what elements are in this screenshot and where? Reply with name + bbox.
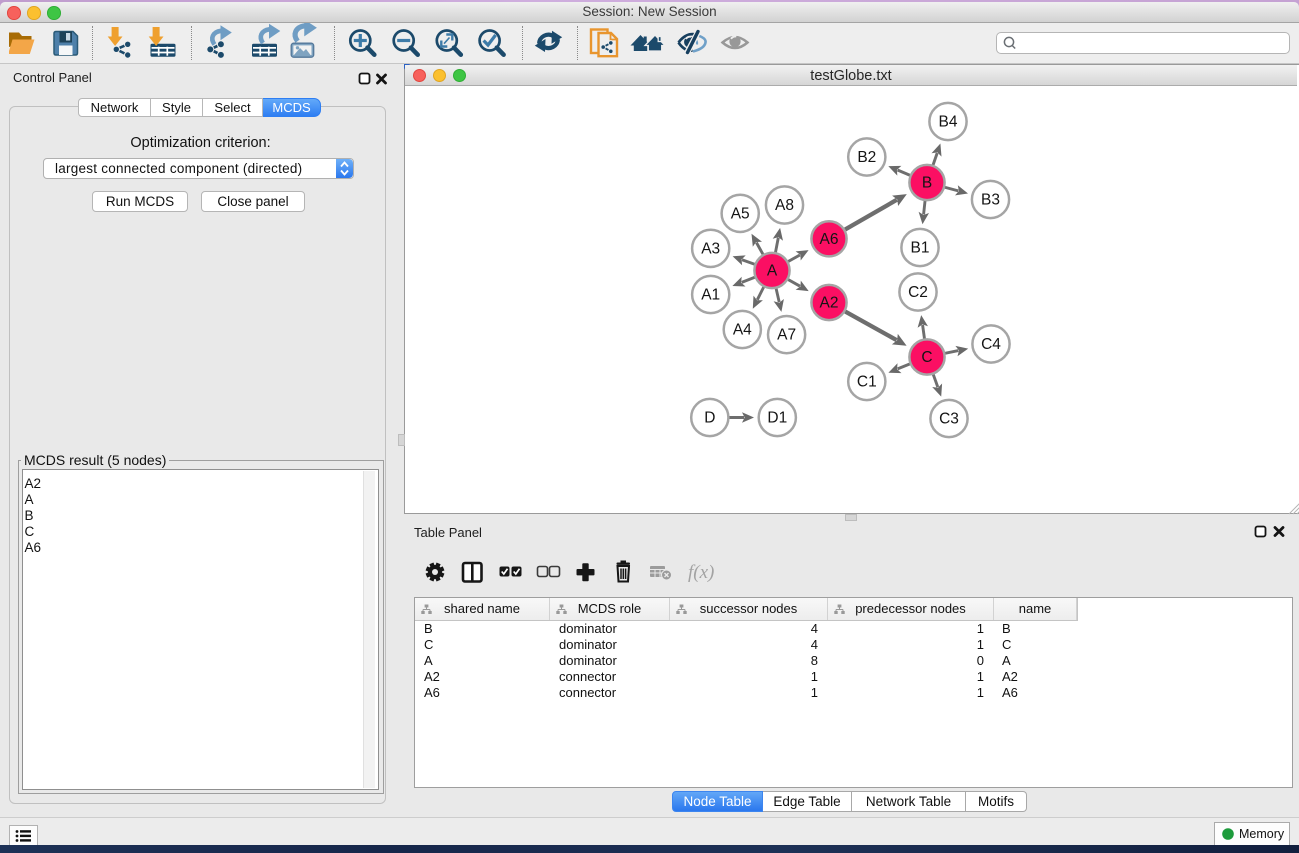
svg-text:C2: C2 (908, 284, 928, 301)
svg-text:B: B (922, 175, 932, 192)
svg-text:A1: A1 (701, 287, 720, 304)
svg-text:A6: A6 (820, 231, 839, 248)
svg-text:C4: C4 (981, 336, 1001, 353)
svg-text:C1: C1 (857, 374, 877, 391)
svg-text:B2: B2 (857, 149, 876, 166)
svg-text:B1: B1 (911, 240, 930, 257)
svg-text:B4: B4 (939, 114, 958, 131)
svg-text:D1: D1 (767, 410, 787, 427)
svg-text:A5: A5 (731, 205, 750, 222)
svg-text:C: C (921, 349, 932, 366)
svg-text:D: D (704, 410, 715, 427)
svg-text:B3: B3 (981, 192, 1000, 209)
svg-text:A2: A2 (820, 295, 839, 312)
svg-text:A3: A3 (701, 240, 720, 257)
svg-text:A4: A4 (733, 322, 752, 339)
svg-text:A8: A8 (775, 197, 794, 214)
svg-text:A: A (767, 263, 778, 280)
svg-text:A7: A7 (777, 327, 796, 344)
svg-text:C3: C3 (939, 411, 959, 428)
